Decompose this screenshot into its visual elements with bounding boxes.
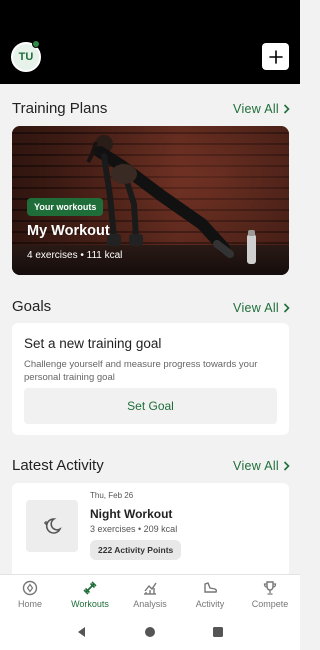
main-content[interactable]: Training Plans View All Your workouts My… <box>0 84 300 574</box>
goals-view-all[interactable]: View All <box>233 301 290 315</box>
avatar-initials: TU <box>18 51 34 63</box>
dumbbell-icon <box>83 581 97 595</box>
top-app-bar: TU <box>0 0 300 84</box>
nav-compete-label: Compete <box>251 599 289 609</box>
activity-points-badge: 222 Activity Points <box>90 540 182 560</box>
nav-analysis-label: Analysis <box>133 599 167 609</box>
goals-title: Goals <box>12 298 52 315</box>
view-all-label: View All <box>233 301 279 315</box>
workout-plan-card[interactable]: Your workouts My Workout 4 exercises • 1… <box>12 126 289 275</box>
recents-icon[interactable] <box>212 626 224 638</box>
training-plans-title: Training Plans <box>12 100 108 117</box>
your-workouts-badge: Your workouts <box>27 198 104 216</box>
nav-analysis[interactable]: Analysis <box>120 575 180 614</box>
nav-home-label: Home <box>17 599 42 609</box>
nav-activity-label: Activity <box>195 599 225 609</box>
status-dot <box>32 40 40 48</box>
nav-activity[interactable]: Activity <box>180 575 240 614</box>
moon-stars-icon <box>44 518 62 534</box>
activity-date: Thu, Feb 26 <box>90 491 134 500</box>
goal-description: Challenge yourself and measure progress … <box>24 359 258 383</box>
activity-meta: 3 exercises • 209 kcal <box>90 524 178 534</box>
plan-title: My Workout <box>27 223 110 239</box>
view-all-label: View All <box>233 459 279 473</box>
chevron-right-icon <box>283 303 290 313</box>
nav-workouts[interactable]: Workouts <box>60 575 120 614</box>
system-nav-bar <box>0 614 300 650</box>
compass-icon <box>22 580 38 596</box>
plan-meta: 4 exercises • 111 kcal <box>27 250 123 261</box>
shoe-icon <box>204 582 218 593</box>
goal-card: Set a new training goal Challenge yourse… <box>12 323 289 435</box>
activity-thumbnail <box>26 500 78 552</box>
activity-card[interactable]: Thu, Feb 26 Night Workout 3 exercises • … <box>12 483 289 574</box>
latest-activity-view-all[interactable]: View All <box>233 459 290 473</box>
chevron-right-icon <box>283 104 290 114</box>
back-icon[interactable] <box>76 626 88 638</box>
add-button[interactable] <box>262 43 289 70</box>
nav-compete[interactable]: Compete <box>240 575 300 614</box>
bottom-nav: Home Workouts Analysis Activity Compete <box>0 574 300 614</box>
chevron-right-icon <box>283 461 290 471</box>
training-plans-view-all[interactable]: View All <box>233 102 290 116</box>
set-goal-button[interactable]: Set Goal <box>24 388 277 424</box>
trophy-icon <box>263 581 277 595</box>
view-all-label: View All <box>233 102 279 116</box>
goal-heading: Set a new training goal <box>24 336 162 351</box>
nav-home[interactable]: Home <box>0 575 60 614</box>
latest-activity-title: Latest Activity <box>12 457 104 474</box>
nav-workouts-label: Workouts <box>71 599 109 609</box>
plus-icon <box>268 49 283 64</box>
activity-name: Night Workout <box>90 507 173 521</box>
chart-icon <box>144 582 157 595</box>
home-circle-icon[interactable] <box>144 626 156 638</box>
